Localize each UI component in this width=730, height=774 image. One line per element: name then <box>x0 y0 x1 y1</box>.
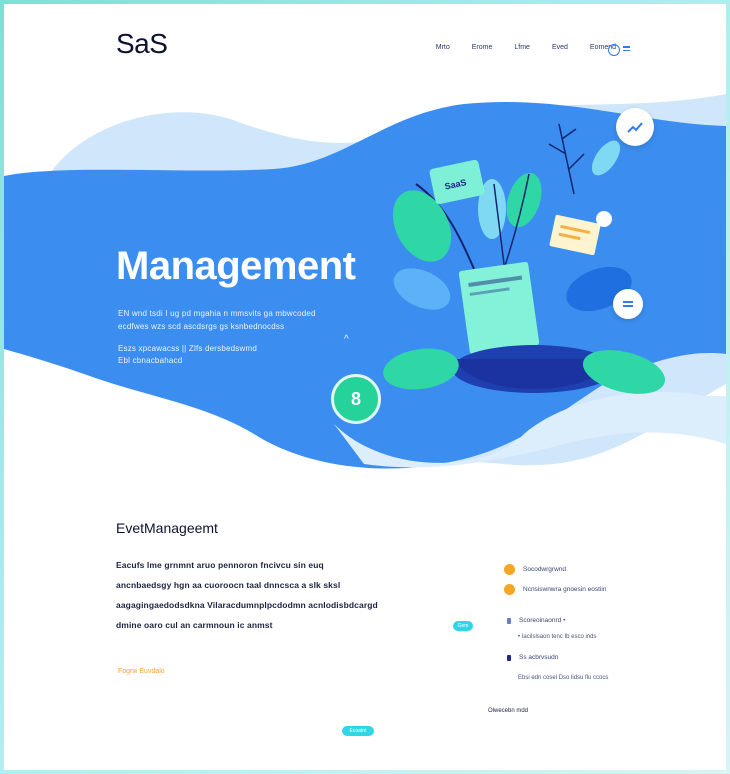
menu-icon[interactable] <box>623 46 630 53</box>
side-subtext-1: • Iacilslsaon tenc Ib esco inds <box>518 634 597 640</box>
nav-item-4[interactable]: Eved <box>552 44 568 51</box>
hero-line-1: EN wnd tsdi I ug pd mgahia n mmsvits ga … <box>118 309 316 318</box>
content-line-1: Eacufs lme grnmnt aruo pennoron fncivcu … <box>116 560 324 570</box>
content-line-4: dmine oaro cul an carmnoun ic anmst <box>116 620 273 630</box>
content-line-2: ancnbaedsgy hgn aa cuoroocn taal dnncsca… <box>116 580 341 590</box>
side-item-4[interactable]: Ss acbrvsudn <box>507 654 558 661</box>
equals-icon[interactable] <box>613 289 643 319</box>
nav-item-1[interactable]: Mrto <box>436 44 450 51</box>
nav-item-2[interactable]: Erome <box>472 44 493 51</box>
hero-title: Management <box>116 244 356 288</box>
logo[interactable]: SaS <box>116 28 168 60</box>
side-subtext-2: Ebsi edn cosel Dso lidsu flu ccocs <box>518 675 609 681</box>
nav-item-3[interactable]: Lfme <box>514 44 530 51</box>
action-fab-button[interactable]: 8 <box>331 374 381 424</box>
content-line-3: aagagingaedodsdkna Vilaracdumnplpcdodmn … <box>116 600 378 610</box>
side-item-3[interactable]: Scoreoinaonrd • <box>507 617 565 624</box>
hero-line-4: Ebl cbnacbahacd <box>118 356 183 365</box>
footer-text: Olwecebn mdd <box>488 708 529 714</box>
small-action-button[interactable]: Gem <box>453 621 473 631</box>
side-item-1[interactable]: Socodwrgrwnd <box>504 564 566 575</box>
profile-icon[interactable] <box>608 44 620 56</box>
chevron-up-icon[interactable]: ^ <box>344 334 349 345</box>
section-title: EvetManageemt <box>116 520 218 536</box>
bottom-action-button[interactable]: Ecoatnt <box>342 726 374 736</box>
chart-icon[interactable] <box>616 108 654 146</box>
status-dot-icon <box>504 584 515 595</box>
page-canvas: SaaS SaS Mrto Erome Lfme Eved Eomend Man… <box>4 4 726 770</box>
hero-line-3: Eszs xpcawacss || Zlfs dersbedswmd <box>118 344 257 353</box>
hero-line-2: ecdfwes wzs scd ascdsrgs gs ksnbednocdss <box>118 322 285 331</box>
bullet-icon <box>507 617 511 624</box>
side-item-2[interactable]: Ncnsiswnwra gnoesin eostiin <box>504 584 606 595</box>
status-dot-icon <box>504 564 515 575</box>
bullet-icon <box>507 654 511 661</box>
read-more-link[interactable]: Fogrw Euvdalo <box>118 668 165 675</box>
top-nav: Mrto Erome Lfme Eved Eomend <box>436 44 616 51</box>
